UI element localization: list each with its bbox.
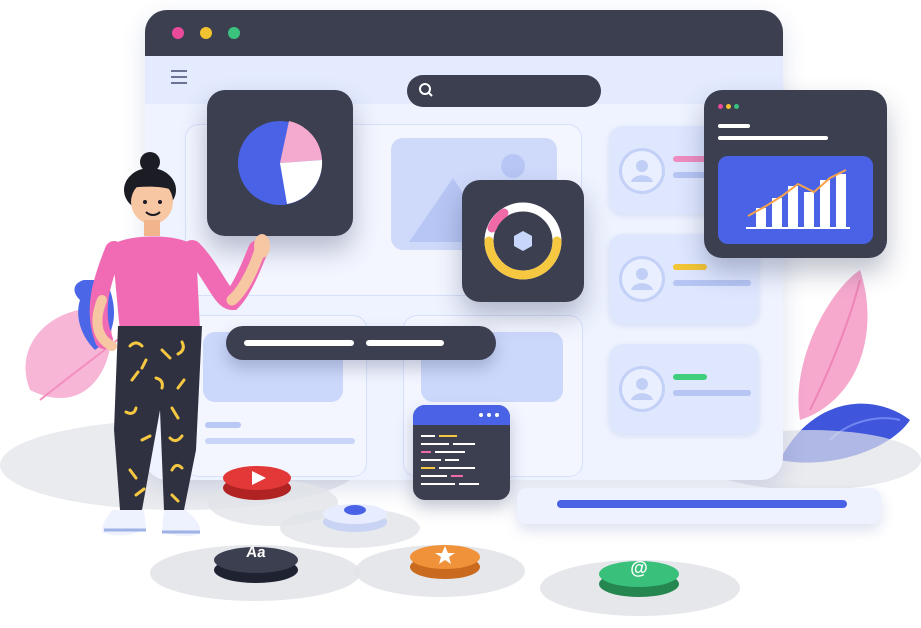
at-sign-icon: @ xyxy=(630,558,648,578)
code-editor-header xyxy=(413,405,510,425)
user-icon xyxy=(619,366,665,412)
search-icon xyxy=(419,83,433,97)
chart-window-line-1 xyxy=(718,124,750,128)
code-editor-window[interactable] xyxy=(413,405,510,500)
user-1-tag xyxy=(673,156,707,162)
toggle-button[interactable] xyxy=(322,500,388,534)
user-card-3[interactable] xyxy=(609,344,759,434)
patterned-trousers xyxy=(114,326,202,510)
search-bar[interactable] xyxy=(407,75,601,107)
menu-icon[interactable] xyxy=(145,56,205,104)
chart-window-dot-3 xyxy=(734,104,739,109)
progress-bar-segment-2 xyxy=(366,340,444,346)
minimize-dot[interactable] xyxy=(200,27,212,39)
user-icon xyxy=(619,148,665,194)
user-2-line xyxy=(673,280,751,286)
user-icon xyxy=(619,256,665,302)
bar-chart-panel xyxy=(718,156,873,244)
donut-chart-icon xyxy=(484,202,562,280)
code-lines-icon xyxy=(421,435,479,485)
keyboard-bar xyxy=(557,500,847,508)
bar-chart-icon xyxy=(746,169,850,229)
user-3-tag xyxy=(673,374,707,380)
bar-chart-window[interactable] xyxy=(704,90,887,258)
user-2-tag xyxy=(673,264,707,270)
left-shoe xyxy=(102,510,146,536)
keyboard-platform xyxy=(517,488,881,524)
star-button[interactable] xyxy=(409,540,481,580)
maximize-dot[interactable] xyxy=(228,27,240,39)
donut-chart-tile[interactable] xyxy=(462,180,584,302)
user-3-line xyxy=(673,390,751,396)
chart-window-dot-2 xyxy=(726,104,731,109)
presenter-character xyxy=(89,152,270,537)
chart-window-line-2 xyxy=(718,136,828,140)
close-dot[interactable] xyxy=(172,27,184,39)
window-titlebar xyxy=(145,10,783,56)
chart-window-dot-1 xyxy=(718,104,723,109)
